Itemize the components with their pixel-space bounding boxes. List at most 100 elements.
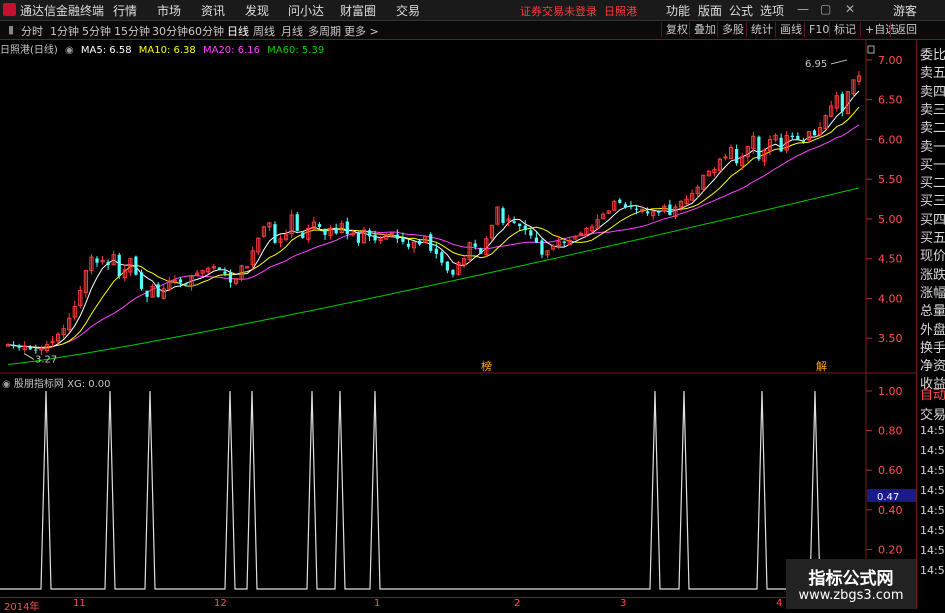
candle-body — [334, 227, 338, 234]
quote-side-panel: 委比 卖五 卖四 卖三 卖二 卖一 买一 买二 买三 买四 买五 现价 涨跌 涨幅 总量 外盘 换手 净资 收益 自动… — [916, 40, 945, 609]
indicator-settings-icon[interactable]: ◉ — [2, 379, 11, 390]
candle-body — [295, 214, 299, 231]
title-bar: 通达信金融终端 行情 市场 资讯 发现 问小达 财富圈 交易 证券交易未登录 日… — [0, 0, 945, 21]
candle-body — [434, 248, 438, 254]
app-title: 通达信金融终端 — [20, 4, 105, 18]
candle-body — [757, 136, 761, 160]
indicator-tick-label: 1.00 — [878, 385, 903, 398]
date-label-jan: 1 — [374, 598, 381, 609]
close-icon[interactable]: ✕ — [845, 2, 855, 16]
marker-jie: 解 — [816, 359, 827, 373]
indicator-tick-label: 0.80 — [878, 425, 903, 438]
menu-quotes[interactable]: 行情 — [113, 2, 137, 19]
period-daily[interactable]: 日线 — [227, 23, 249, 39]
period-multi[interactable]: 多周期 — [308, 23, 341, 39]
menu-layout[interactable]: 版面 — [698, 2, 722, 19]
candle-body — [779, 137, 783, 152]
candle-body — [840, 93, 844, 112]
btn-stats[interactable]: 统计 — [746, 22, 777, 37]
candle-body — [534, 237, 538, 243]
minimize-icon[interactable]: — — [797, 2, 809, 16]
indicator-tick-label: 0.40 — [878, 504, 903, 517]
candle-body — [395, 234, 399, 239]
period-15min[interactable]: 15分钟 — [114, 23, 150, 39]
period-60min[interactable]: 60分钟 — [188, 23, 224, 39]
trade-time: 14:56 — [920, 564, 945, 577]
period-more[interactable]: 更多 > — [344, 23, 379, 39]
indicator-info: ◉ 股朋指标网 XG: 0.00 — [2, 375, 111, 390]
menu-options[interactable]: 选项 — [760, 2, 784, 19]
quote-field-label: 买二 — [920, 176, 945, 192]
quote-field-label: 涨跌 — [920, 267, 945, 283]
period-1min[interactable]: 1分钟 — [50, 23, 79, 39]
candle-body — [228, 272, 233, 283]
menu-news[interactable]: 资讯 — [201, 2, 225, 19]
candlestick-chart[interactable]: 7.00 6.50 6.00 5.50 5.00 4.50 4.00 3.50 6.95 3.27… — [0, 40, 916, 374]
settings-icon[interactable]: ◉ — [65, 45, 74, 56]
candle-body — [178, 279, 183, 283]
candle-body — [356, 233, 361, 243]
trade-time: 14:56 — [920, 464, 945, 477]
candle-body — [345, 221, 349, 235]
trade-time: 14:56 — [920, 524, 945, 537]
btn-multistock[interactable]: 多股 — [717, 22, 748, 37]
period-intraday[interactable]: 分时 — [21, 23, 43, 39]
marker-bang: 榜 — [481, 359, 492, 373]
candle-body — [501, 208, 505, 223]
candle-body — [623, 204, 627, 208]
candle-body — [273, 224, 277, 243]
candle-body — [217, 267, 221, 270]
candle-body — [34, 349, 38, 351]
restore-icon[interactable]: ▢ — [820, 2, 831, 16]
quote-field-label: 买三 — [920, 194, 945, 210]
quote-field-label: 现价 — [920, 249, 945, 265]
candle-body — [723, 156, 728, 159]
candle-body — [367, 230, 372, 237]
period-weekly[interactable]: 周线 — [253, 23, 275, 39]
menu-ask[interactable]: 问小达 — [288, 2, 324, 19]
quote-field-label: 买五 — [920, 231, 945, 246]
candle-body — [17, 345, 21, 348]
indicator-tick-label: 0.20 — [878, 543, 903, 556]
candle-body — [440, 252, 444, 263]
menu-wealth[interactable]: 财富圈 — [340, 2, 376, 19]
period-30min[interactable]: 30分钟 — [152, 23, 188, 39]
ma60-line — [7, 187, 860, 365]
menu-function[interactable]: 功能 — [666, 2, 690, 19]
quote-field-label: 卖五 — [920, 66, 945, 82]
quote-field-label: 总量 — [920, 304, 945, 320]
date-label-2014: 2014年 — [4, 602, 40, 613]
menu-formula[interactable]: 公式 — [729, 2, 753, 19]
guest-label[interactable]: 游客 — [893, 2, 917, 19]
btn-back[interactable]: 返回 — [890, 22, 921, 37]
candle-body — [562, 241, 566, 243]
period-monthly[interactable]: 月线 — [281, 23, 303, 39]
btn-adjust[interactable]: 复权 — [661, 22, 692, 37]
candle-body — [529, 230, 533, 236]
date-label-mar: 3 — [620, 598, 627, 609]
menu-market[interactable]: 市场 — [157, 2, 181, 19]
quote-field-label: 卖四 — [920, 84, 945, 100]
candle-body — [657, 211, 661, 213]
btn-mark[interactable]: 标记 — [829, 22, 860, 37]
date-axis: 2014年 11 12 1 2 3 4 — [0, 597, 916, 613]
login-warning[interactable]: 证券交易未登录 日照港 — [520, 3, 637, 19]
menu-discover[interactable]: 发现 — [245, 2, 269, 19]
xg-signal-line — [0, 390, 866, 590]
btn-overlay[interactable]: 叠加 — [689, 22, 720, 37]
current-value-text: 0.47 — [877, 492, 899, 503]
indicator-chart[interactable]: 1.00 0.80 0.60 0.40 0.20 0.47 — [0, 374, 916, 597]
candle-body — [668, 204, 672, 215]
price-tick-label: 6.00 — [878, 133, 903, 146]
price-tick-label: 5.50 — [878, 173, 903, 186]
menu-trade[interactable]: 交易 — [396, 2, 420, 19]
candle-body — [223, 271, 227, 274]
candle-body — [417, 240, 422, 245]
period-5min[interactable]: 5分钟 — [82, 23, 111, 39]
candle-body — [11, 344, 16, 347]
date-label-dec: 12 — [214, 598, 227, 609]
btn-draw[interactable]: 画线 — [775, 22, 806, 37]
toggle-icon[interactable]: ▮ — [8, 23, 14, 36]
candle-body — [796, 135, 800, 140]
candle-body — [373, 234, 377, 241]
